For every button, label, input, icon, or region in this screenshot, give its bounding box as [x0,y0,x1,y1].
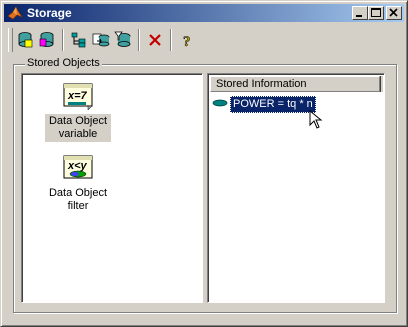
minimize-button[interactable] [352,6,368,20]
toolbar-grip[interactable] [8,28,13,52]
store-button[interactable] [14,29,36,51]
retrieve-button[interactable] [36,29,58,51]
copy-button[interactable] [90,29,112,51]
svg-text:?: ? [183,34,191,49]
close-icon [389,8,398,17]
close-button[interactable] [386,6,402,20]
toolbar-separator [62,29,64,51]
stored-objects-list[interactable]: x=7 Data Object variable x<y Data Object… [21,73,203,303]
maximize-button[interactable] [368,6,384,20]
tree-view-icon [71,32,86,48]
data-object-filter-icon: x<y [63,155,93,179]
stored-information-header-label: Stored Information [216,78,307,90]
matlab-logo-icon [7,6,23,20]
copy-database-icon [92,33,110,47]
delete-icon [149,34,161,46]
stored-information-row-text: POWER = tq * n [230,96,316,113]
column-header-filler [380,76,383,92]
storage-window: Storage ? Stored Objects x=7 Data Object… [0,0,408,327]
stored-objects-label: Stored Objects [25,57,102,69]
store-database-icon [18,32,33,48]
stored-information-header[interactable]: Stored Information [210,76,380,92]
data-object-variable-icon: x=7 [63,83,93,111]
toolbar-separator [170,29,172,51]
stored-variable-icon [212,99,228,107]
delete-button[interactable] [144,29,166,51]
retrieve-database-icon [39,32,54,47]
data-object-filter[interactable]: x<y Data Object filter [45,154,111,214]
help-icon: ? [183,34,191,49]
stored-information-list[interactable]: Stored Information POWER = tq * n [207,73,385,303]
tree-view-button[interactable] [68,29,90,51]
data-object-variable[interactable]: x=7 Data Object variable [45,82,111,142]
toolbar: ? [4,25,404,55]
data-object-variable-label-line1: Data Object [48,115,108,127]
data-object-filter-label-line1: Data Object [48,187,108,199]
maximize-icon [371,8,381,17]
window-title: Storage [27,6,72,20]
title-bar[interactable]: Storage [4,4,404,22]
filter-icon-text: x<y [67,160,88,172]
toolbar-separator [138,29,140,51]
data-object-filter-label-line2: filter [67,200,89,212]
minimize-icon [356,15,362,17]
variable-icon-text: x=7 [67,90,88,102]
filter-database-icon [114,31,131,47]
mouse-pointer-icon [309,110,323,129]
help-button[interactable]: ? [176,29,198,51]
filter-button[interactable] [112,29,134,51]
data-object-variable-label-line2: variable [58,128,98,140]
